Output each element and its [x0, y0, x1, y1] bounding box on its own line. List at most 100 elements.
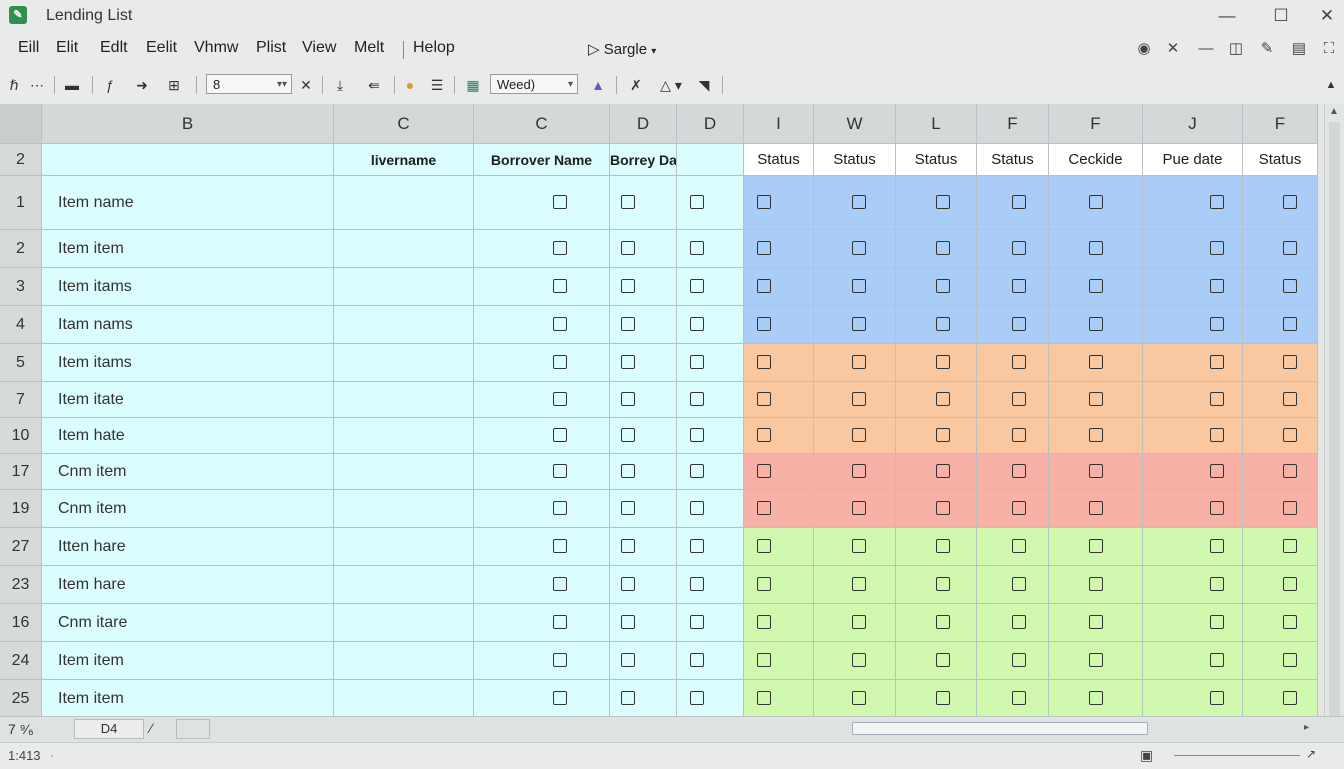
checkbox[interactable] — [1012, 428, 1026, 442]
sheet-icon[interactable]: ▦ — [462, 75, 484, 95]
checkbox[interactable] — [621, 653, 635, 667]
table-cell[interactable] — [1143, 268, 1243, 306]
table-cell[interactable] — [610, 490, 677, 528]
clear-format-icon[interactable]: ✗ — [626, 75, 646, 95]
checkbox[interactable] — [1089, 241, 1103, 255]
table-cell[interactable] — [1143, 306, 1243, 344]
checkbox[interactable] — [553, 615, 567, 629]
table-cell[interactable] — [334, 268, 474, 306]
table-cell[interactable] — [1049, 604, 1143, 642]
table-cell[interactable] — [610, 230, 677, 268]
checkbox[interactable] — [621, 392, 635, 406]
checkbox[interactable] — [757, 653, 771, 667]
table-cell[interactable] — [977, 176, 1049, 230]
checkbox[interactable] — [1210, 317, 1224, 331]
table-cell[interactable] — [744, 176, 814, 230]
header-cell[interactable]: Pue date — [1143, 144, 1243, 176]
checkbox[interactable] — [936, 539, 950, 553]
table-cell[interactable] — [1049, 454, 1143, 490]
checkbox[interactable] — [1089, 317, 1103, 331]
table-cell[interactable] — [474, 418, 610, 454]
checkbox[interactable] — [553, 691, 567, 705]
row-header[interactable]: 17 — [0, 454, 42, 490]
table-cell[interactable]: Item item — [42, 230, 334, 268]
table-cell[interactable] — [744, 566, 814, 604]
header-cell[interactable]: Borrey Date — [610, 144, 677, 176]
minus-icon[interactable]: — — [1195, 38, 1217, 60]
table-cell[interactable] — [977, 642, 1049, 680]
checkbox[interactable] — [1210, 501, 1224, 515]
checkbox[interactable] — [553, 392, 567, 406]
flag-icon[interactable]: ◥ — [694, 75, 714, 95]
table-cell[interactable] — [677, 344, 744, 382]
checkbox[interactable] — [1012, 691, 1026, 705]
table-cell[interactable] — [1049, 230, 1143, 268]
checkbox[interactable] — [1012, 279, 1026, 293]
checkbox[interactable] — [1089, 195, 1103, 209]
table-cell[interactable] — [977, 604, 1049, 642]
table-cell[interactable] — [744, 490, 814, 528]
table-cell[interactable] — [814, 176, 896, 230]
table-cell[interactable] — [677, 642, 744, 680]
table-cell[interactable] — [1049, 382, 1143, 418]
column-header[interactable]: F — [1243, 104, 1318, 144]
table-cell[interactable] — [977, 306, 1049, 344]
table-cell[interactable] — [814, 344, 896, 382]
checkbox[interactable] — [936, 615, 950, 629]
checkbox[interactable] — [852, 653, 866, 667]
checkbox[interactable] — [852, 317, 866, 331]
table-cell[interactable] — [610, 176, 677, 230]
menu-melt[interactable]: Melt — [354, 39, 384, 57]
checkbox[interactable] — [1089, 577, 1103, 591]
table-cell[interactable] — [814, 382, 896, 418]
table-cell[interactable] — [977, 490, 1049, 528]
table-cell[interactable] — [334, 306, 474, 344]
split-view-icon[interactable]: ◫ — [1225, 38, 1247, 60]
table-cell[interactable] — [896, 490, 977, 528]
table-cell[interactable] — [814, 268, 896, 306]
close-button[interactable]: ✕ — [1312, 4, 1342, 28]
table-cell[interactable] — [1243, 604, 1318, 642]
checkbox[interactable] — [757, 615, 771, 629]
checkbox[interactable] — [1012, 355, 1026, 369]
checkbox[interactable] — [1283, 464, 1297, 478]
print-icon[interactable]: ▬ — [62, 75, 82, 95]
header-cell[interactable] — [42, 144, 334, 176]
table-cell[interactable] — [334, 566, 474, 604]
minimize-button[interactable]: — — [1212, 4, 1242, 28]
table-cell[interactable] — [474, 306, 610, 344]
table-cell[interactable] — [1049, 306, 1143, 344]
function-icon[interactable]: ƒ — [100, 75, 120, 95]
table-cell[interactable] — [814, 418, 896, 454]
checkbox[interactable] — [690, 539, 704, 553]
checkbox[interactable] — [621, 539, 635, 553]
menu-elit[interactable]: Elit — [56, 39, 78, 57]
column-header[interactable]: W — [814, 104, 896, 144]
checkbox[interactable] — [1012, 392, 1026, 406]
checkbox[interactable] — [1012, 577, 1026, 591]
clear-icon[interactable]: ✕ — [296, 75, 316, 95]
zoom-slider[interactable] — [1174, 755, 1300, 756]
table-cell[interactable] — [677, 418, 744, 454]
checkbox[interactable] — [690, 615, 704, 629]
table-cell[interactable]: Cnm itare — [42, 604, 334, 642]
checkbox[interactable] — [757, 428, 771, 442]
checkbox[interactable] — [852, 501, 866, 515]
checkbox[interactable] — [1283, 428, 1297, 442]
checkbox[interactable] — [1089, 355, 1103, 369]
checkbox[interactable] — [553, 539, 567, 553]
table-cell[interactable] — [1243, 382, 1318, 418]
checkbox[interactable] — [690, 653, 704, 667]
checkbox[interactable] — [1089, 691, 1103, 705]
checkbox[interactable] — [553, 428, 567, 442]
checkbox[interactable] — [1012, 241, 1026, 255]
column-header[interactable]: F — [977, 104, 1049, 144]
table-cell[interactable] — [814, 528, 896, 566]
table-cell[interactable] — [1143, 566, 1243, 604]
checkbox[interactable] — [936, 317, 950, 331]
table-cell[interactable] — [474, 176, 610, 230]
table-cell[interactable] — [744, 268, 814, 306]
globe-icon[interactable]: ◉ — [1133, 38, 1155, 60]
checkbox[interactable] — [1089, 615, 1103, 629]
table-cell[interactable] — [677, 230, 744, 268]
